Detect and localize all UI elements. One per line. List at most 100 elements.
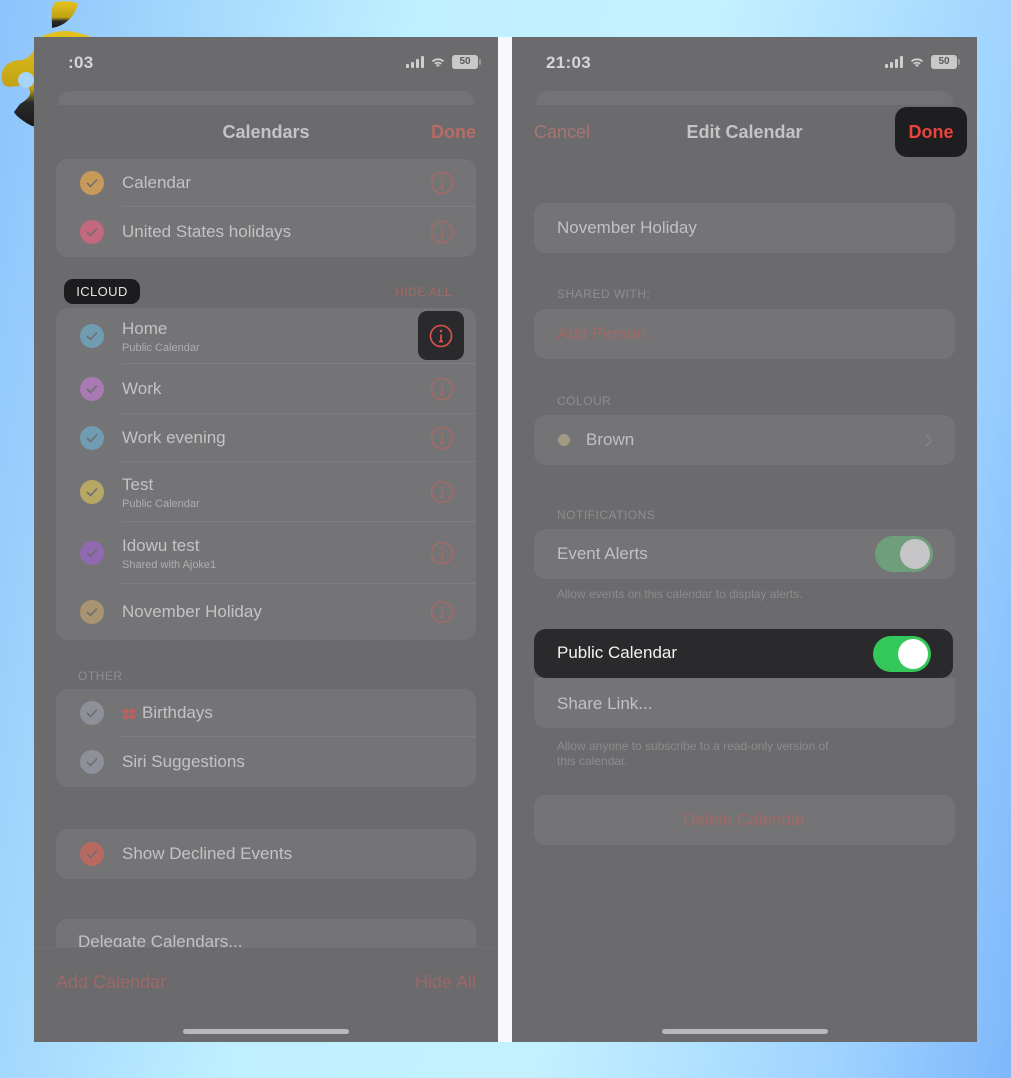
- info-icon[interactable]: [430, 377, 454, 401]
- show-declined-label: Show Declined Events: [122, 844, 293, 863]
- footnote-line: Allow anyone to subscribe to a read-only…: [557, 739, 829, 753]
- checkmark-icon[interactable]: [80, 842, 104, 866]
- checkmark-icon[interactable]: [80, 171, 104, 195]
- event-alerts-footnote: Allow events on this calendar to display…: [557, 587, 803, 601]
- edit-calendar-screen: 21:03 50 Cancel Edit Calendar Done Novem…: [512, 37, 977, 1042]
- calendar-row[interactable]: Birthdays: [56, 689, 476, 737]
- info-icon[interactable]: [430, 600, 454, 624]
- show-declined-events-row[interactable]: Show Declined Events: [56, 829, 476, 879]
- hide-all-icloud-button[interactable]: HIDE ALL: [395, 285, 452, 299]
- delete-calendar-row[interactable]: Delete Calendar: [534, 795, 955, 845]
- wifi-icon: [430, 56, 446, 68]
- calendar-row[interactable]: United States holidays: [56, 207, 476, 257]
- battery-icon: 50: [452, 55, 481, 69]
- calendar-name-field[interactable]: November Holiday: [534, 203, 955, 253]
- colour-swatch: [558, 434, 570, 446]
- calendar-name-value: November Holiday: [557, 218, 697, 237]
- footnote-line: this calendar.: [557, 754, 628, 768]
- calendar-name: Home: [122, 318, 168, 338]
- show-declined-group: Show Declined Events: [56, 829, 476, 879]
- status-time: 21:03: [546, 53, 591, 72]
- other-calendar-group: Birthdays Siri Suggestions: [56, 689, 476, 787]
- calendar-name: Calendar: [122, 173, 191, 192]
- calendar-name: Test: [122, 474, 154, 494]
- checkmark-icon[interactable]: [80, 600, 104, 624]
- event-alerts-toggle[interactable]: [875, 536, 933, 572]
- checkmark-icon[interactable]: [80, 426, 104, 450]
- calendar-name: November Holiday: [122, 602, 262, 621]
- calendar-name: Siri Suggestions: [122, 752, 245, 771]
- signal-icon: [885, 56, 903, 68]
- info-icon[interactable]: [430, 480, 454, 504]
- share-link-row[interactable]: Share Link...: [534, 678, 955, 728]
- calendar-name: Work evening: [122, 428, 226, 447]
- info-icon[interactable]: [430, 426, 454, 450]
- gift-icon: [122, 709, 136, 719]
- calendar-row[interactable]: Home Public Calendar: [56, 308, 476, 364]
- status-bar: :03 50: [34, 37, 498, 89]
- checkmark-icon[interactable]: [80, 377, 104, 401]
- battery-icon: 50: [931, 55, 960, 69]
- home-indicator[interactable]: [183, 1029, 349, 1034]
- status-time: :03: [68, 53, 94, 72]
- calendar-subtitle: Public Calendar: [122, 497, 200, 510]
- checkmark-icon[interactable]: [80, 324, 104, 348]
- bottom-toolbar: Add Calendar Hide All: [34, 947, 498, 1013]
- public-calendar-toggle[interactable]: [873, 636, 931, 672]
- info-icon[interactable]: [430, 541, 454, 565]
- shared-with-label: SHARED WITH:: [557, 287, 651, 301]
- hide-all-button[interactable]: Hide All: [415, 972, 476, 993]
- page-title: Calendars: [222, 122, 310, 142]
- home-info-button-highlighted[interactable]: [418, 311, 464, 360]
- checkmark-icon[interactable]: [80, 480, 104, 504]
- calendar-row[interactable]: Idowu test Shared with Ajoke1: [56, 522, 476, 584]
- navbar: Calendars Done: [34, 105, 498, 161]
- other-section-label: OTHER: [78, 669, 123, 683]
- info-icon[interactable]: [430, 171, 454, 195]
- signal-icon: [406, 56, 424, 68]
- calendar-row[interactable]: November Holiday: [56, 584, 476, 640]
- status-bar: 21:03 50: [512, 37, 977, 89]
- divider: [498, 37, 512, 1042]
- calendar-name: Idowu test: [122, 535, 200, 555]
- public-calendar-label: Public Calendar: [557, 643, 678, 662]
- checkmark-icon[interactable]: [80, 750, 104, 774]
- done-button[interactable]: Done: [895, 107, 967, 157]
- sheet-backdrop: [536, 91, 953, 105]
- info-icon[interactable]: [430, 220, 454, 244]
- sheet-backdrop: [58, 91, 474, 105]
- top-calendar-group: Calendar United States holidays: [56, 159, 476, 257]
- calendar-name: Work: [122, 379, 162, 398]
- add-person-row[interactable]: Add Person: [534, 309, 955, 359]
- icloud-calendar-group: Home Public Calendar Work Work evening Te…: [56, 308, 476, 640]
- calendars-screen: :03 50 Calendars Done Calendar United St…: [34, 37, 498, 1042]
- event-alerts-label: Event Alerts: [557, 544, 648, 563]
- calendar-row[interactable]: Calendar: [56, 159, 476, 207]
- home-indicator[interactable]: [661, 1029, 828, 1034]
- done-button[interactable]: Done: [431, 122, 476, 143]
- checkmark-icon[interactable]: [80, 701, 104, 725]
- checkmark-icon[interactable]: [80, 220, 104, 244]
- public-calendar-footnote: Allow anyone to subscribe to a read-only…: [557, 739, 828, 769]
- wifi-icon: [909, 56, 925, 68]
- colour-row[interactable]: Brown: [534, 415, 955, 465]
- calendar-subtitle: Public Calendar: [122, 341, 200, 354]
- info-icon: [429, 324, 453, 347]
- chevron-right-icon: [925, 434, 933, 447]
- checkmark-icon[interactable]: [80, 541, 104, 565]
- calendar-subtitle: Shared with Ajoke1: [122, 558, 217, 571]
- icloud-section-label: ICLOUD: [64, 279, 140, 304]
- public-calendar-row: Public Calendar: [534, 629, 953, 678]
- calendar-row[interactable]: Test Public Calendar: [56, 462, 476, 522]
- add-calendar-button[interactable]: Add Calendar: [56, 972, 166, 993]
- colour-value: Brown: [586, 430, 635, 449]
- calendar-row[interactable]: Work evening: [56, 414, 476, 462]
- add-person-button[interactable]: Add Person: [557, 324, 646, 344]
- delete-calendar-button[interactable]: Delete Calendar: [534, 810, 955, 830]
- colour-label: COLOUR: [557, 394, 612, 408]
- calendar-name: United States holidays: [122, 222, 292, 241]
- calendar-row[interactable]: Work: [56, 364, 476, 414]
- calendar-row[interactable]: Siri Suggestions: [56, 737, 476, 787]
- share-link-label: Share Link...: [557, 694, 653, 713]
- notifications-label: NOTIFICATIONS: [557, 508, 656, 522]
